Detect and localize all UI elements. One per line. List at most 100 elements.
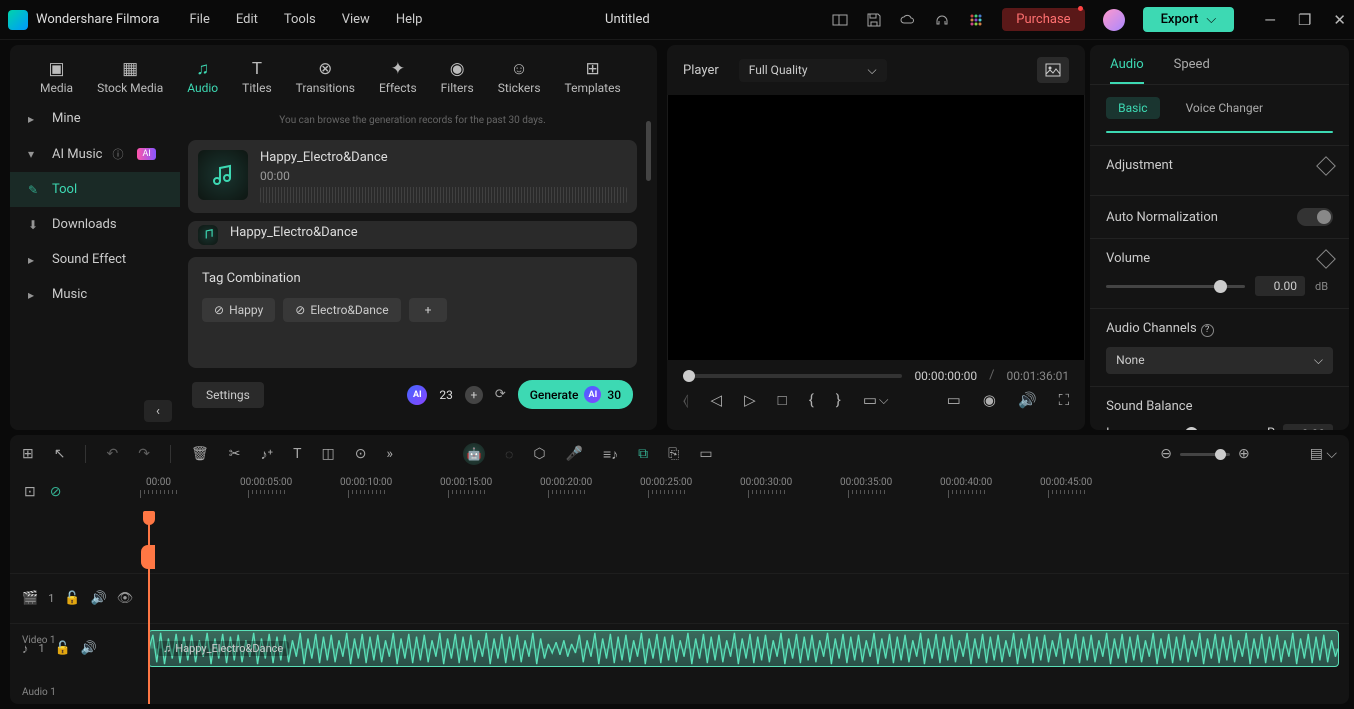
video-track-body[interactable] xyxy=(140,574,1349,623)
timeline-ruler[interactable]: ⊡ ⊘ 00:0000:00:05:0000:00:10:0000:00:15:… xyxy=(10,473,1349,511)
split-button[interactable]: ✂ xyxy=(229,446,241,462)
headphone-icon[interactable] xyxy=(934,12,950,28)
clip-preview[interactable]: ♫Happy_Electro&Dan... xyxy=(1106,131,1333,133)
save-icon[interactable] xyxy=(866,12,882,28)
render-button[interactable]: ▭ xyxy=(699,446,712,462)
delete-button[interactable]: 🗑 xyxy=(191,446,209,462)
mute-icon[interactable]: 🔊 xyxy=(91,591,107,606)
sidebar-item-downloads[interactable]: ⬇Downloads xyxy=(10,207,180,242)
refresh-button[interactable]: ⟳ xyxy=(495,387,506,402)
purchase-button[interactable]: Purchase xyxy=(1002,8,1084,31)
view-options-button[interactable]: ▤ ⌵ xyxy=(1310,446,1337,462)
tag-electro-dance[interactable]: ⊘Electro&Dance xyxy=(283,298,400,322)
layout-icon[interactable] xyxy=(832,12,848,28)
lock-icon[interactable]: 🔓 xyxy=(64,591,80,606)
audio-track[interactable]: ♪1 🔓 🔊 ♫Happy_Electro&Dance xyxy=(10,623,1349,673)
channels-select[interactable]: None⌵ xyxy=(1106,347,1333,374)
tab-effects[interactable]: ✦Effects xyxy=(369,53,427,101)
prev-frame-button[interactable]: ⦉ xyxy=(683,391,689,409)
subtab-basic[interactable]: Basic xyxy=(1106,97,1159,119)
close-button[interactable]: ✕ xyxy=(1333,11,1346,29)
link-button[interactable]: ⎘ xyxy=(668,446,679,462)
tab-templates[interactable]: ⊞Templates xyxy=(555,53,631,101)
sidebar-item-sound-effect[interactable]: ▸Sound Effect xyxy=(10,242,180,277)
step-back-button[interactable]: ◁ xyxy=(711,391,723,409)
select-button[interactable]: ↖ xyxy=(54,446,66,462)
tab-transitions[interactable]: ⊗Transitions xyxy=(286,53,365,101)
keyframe-toggle[interactable] xyxy=(1316,249,1336,269)
content-scrollbar[interactable] xyxy=(646,121,651,181)
volume-button[interactable]: 🔊 xyxy=(1018,391,1037,409)
track-header-toggle[interactable]: ⊡ xyxy=(24,484,36,500)
fullscreen-button[interactable]: ⛶ xyxy=(1059,391,1070,409)
playhead[interactable] xyxy=(148,511,150,704)
track-settings-button[interactable]: ≡♪ xyxy=(603,446,618,463)
menu-edit[interactable]: Edit xyxy=(236,12,258,27)
tab-speed-props[interactable]: Speed xyxy=(1174,57,1210,84)
balance-value[interactable]: 0.00 xyxy=(1283,424,1333,431)
lock-icon[interactable]: 🔓 xyxy=(55,641,71,656)
apps-icon[interactable] xyxy=(968,12,984,28)
undo-button[interactable]: ↶ xyxy=(106,446,118,462)
tab-titles[interactable]: TTitles xyxy=(232,53,281,101)
audio-clip[interactable]: ♫Happy_Electro&Dance xyxy=(148,630,1339,667)
tab-stock-media[interactable]: ▦Stock Media xyxy=(87,53,173,101)
auto-norm-toggle[interactable] xyxy=(1297,208,1333,226)
ai-robot-button[interactable]: 🤖 xyxy=(463,443,485,465)
text-button[interactable]: T xyxy=(293,446,301,462)
video-track[interactable]: 🎬1 🔓 🔊 👁 xyxy=(10,573,1349,623)
add-tag-button[interactable]: + xyxy=(409,298,448,322)
keyframe-toggle[interactable] xyxy=(1316,156,1336,176)
music-tools-button[interactable]: ♪⁺ xyxy=(260,446,273,463)
display-button[interactable]: ▭ xyxy=(947,391,961,409)
mute-icon[interactable]: 🔊 xyxy=(81,641,97,656)
maximize-button[interactable]: ❐ xyxy=(1298,11,1311,29)
menu-tools[interactable]: Tools xyxy=(284,12,316,27)
audio-track-body[interactable]: ♫Happy_Electro&Dance xyxy=(140,624,1349,673)
settings-button[interactable]: Settings xyxy=(192,382,264,408)
crop-button[interactable]: ◫ xyxy=(321,446,334,462)
sidebar-item-mine[interactable]: ▸Mine xyxy=(10,101,180,136)
tab-media[interactable]: ▣Media xyxy=(30,53,83,101)
tab-filters[interactable]: ◉Filters xyxy=(431,53,484,101)
clip-keyframe-dot[interactable] xyxy=(1314,131,1324,133)
volume-value[interactable]: 0.00 xyxy=(1255,276,1305,296)
menu-view[interactable]: View xyxy=(342,12,370,27)
collapse-sidebar-button[interactable]: ‹ xyxy=(144,400,172,422)
stop-button[interactable]: □ xyxy=(778,391,787,409)
add-credits-button[interactable]: + xyxy=(465,386,483,404)
menu-file[interactable]: File xyxy=(189,12,209,27)
mark-out-button[interactable]: } xyxy=(836,391,841,409)
magnet-button[interactable]: ⧉ xyxy=(638,446,648,462)
menu-help[interactable]: Help xyxy=(396,12,423,27)
progress-bar[interactable] xyxy=(683,374,902,378)
speed-button[interactable]: ⊙ xyxy=(355,446,367,462)
sidebar-item-ai-music[interactable]: ▾AI MusicⓘAI xyxy=(10,136,180,172)
generated-track[interactable]: Happy_Electro&Dance 00:00 xyxy=(188,140,637,213)
camera-button[interactable]: ◉ xyxy=(983,391,996,409)
visibility-icon[interactable]: 👁 xyxy=(117,591,134,606)
zoom-slider[interactable] xyxy=(1180,453,1230,456)
help-icon[interactable]: ? xyxy=(1201,324,1214,337)
subtab-voice-changer[interactable]: Voice Changer xyxy=(1174,97,1276,119)
tab-stickers[interactable]: ☺Stickers xyxy=(488,53,551,101)
zoom-out-button[interactable]: ⊖ xyxy=(1160,446,1172,462)
redo-button[interactable]: ↷ xyxy=(138,446,150,462)
export-button[interactable]: Export⌵ xyxy=(1143,7,1235,32)
marker-button[interactable]: ⬡ xyxy=(533,446,545,462)
snapshot-button[interactable] xyxy=(1037,57,1069,83)
quality-select[interactable]: Full Quality⌵ xyxy=(739,59,887,82)
user-avatar[interactable] xyxy=(1103,9,1125,31)
sidebar-item-tool[interactable]: ✎Tool xyxy=(10,172,180,207)
grid-button[interactable]: ⊞ xyxy=(22,446,34,462)
minimize-button[interactable]: — xyxy=(1264,11,1276,29)
generated-track[interactable]: Happy_Electro&Dance xyxy=(188,221,637,249)
mic-button[interactable]: 🎤 xyxy=(566,446,583,462)
volume-slider[interactable] xyxy=(1106,285,1245,288)
tab-audio[interactable]: ♫Audio xyxy=(177,53,228,101)
mark-in-button[interactable]: { xyxy=(809,391,814,409)
video-preview[interactable] xyxy=(667,95,1085,360)
record-button[interactable]: ◌ xyxy=(505,446,513,463)
aspect-button[interactable]: ▭⌵ xyxy=(863,391,889,409)
tag-happy[interactable]: ⊘Happy xyxy=(202,298,275,322)
